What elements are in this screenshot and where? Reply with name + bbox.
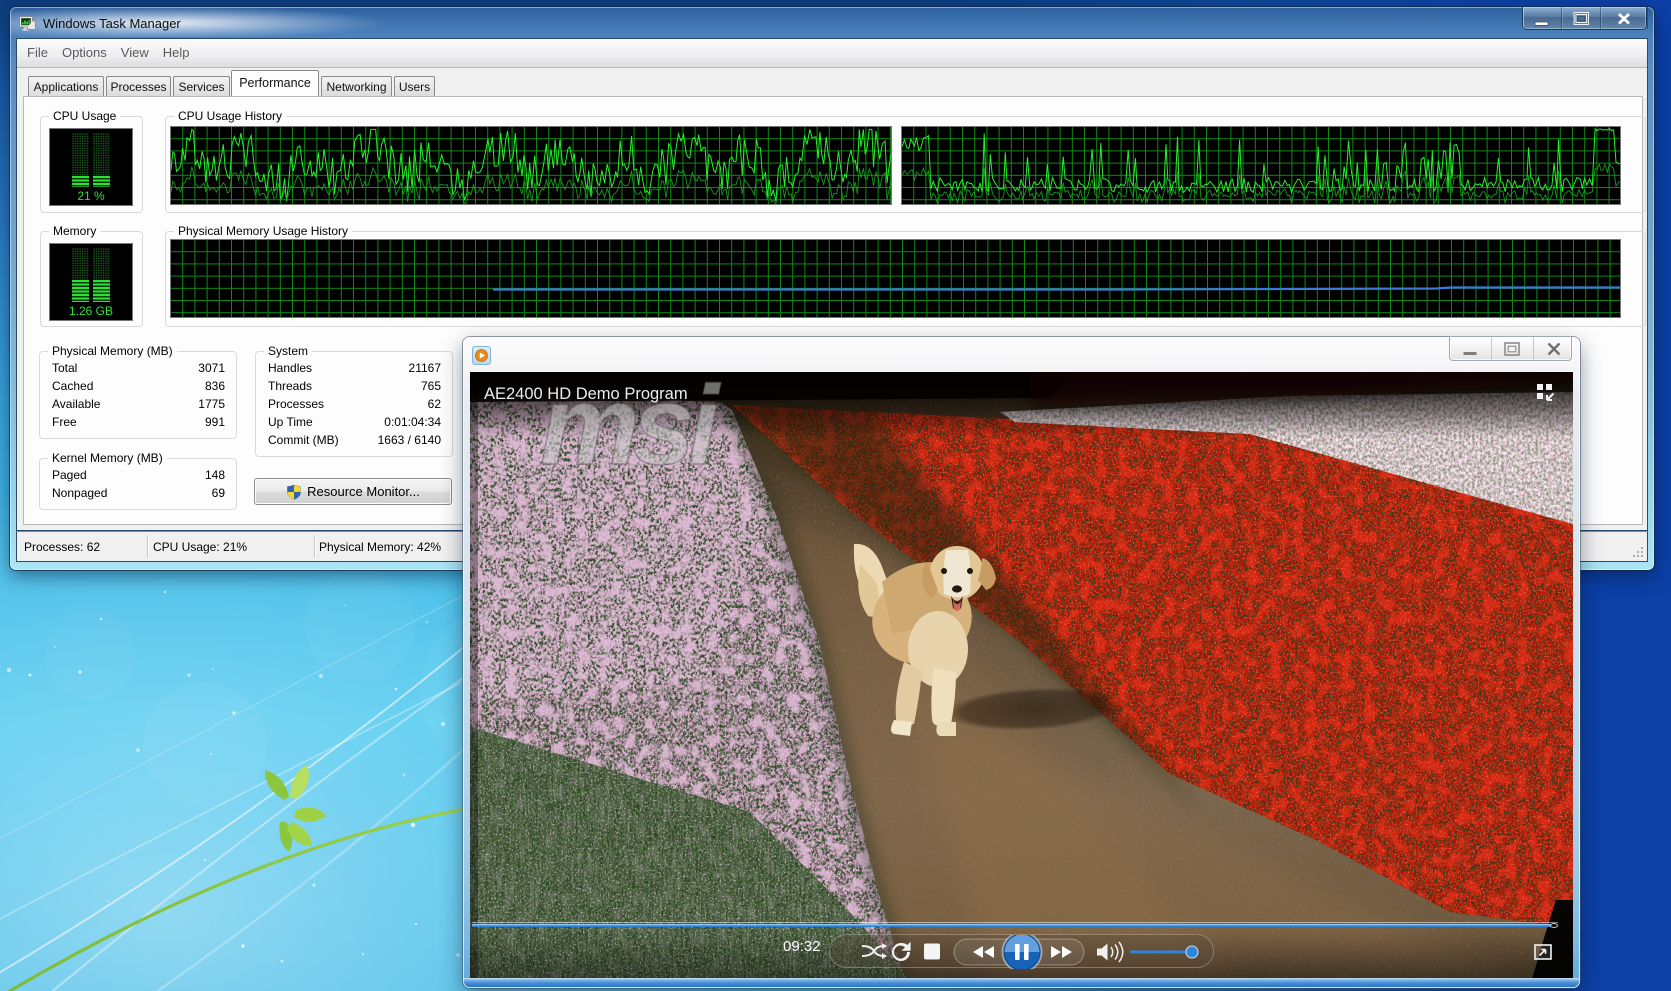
svg-text:AE2400 HD Demo Program: AE2400 HD Demo Program [484,385,688,403]
